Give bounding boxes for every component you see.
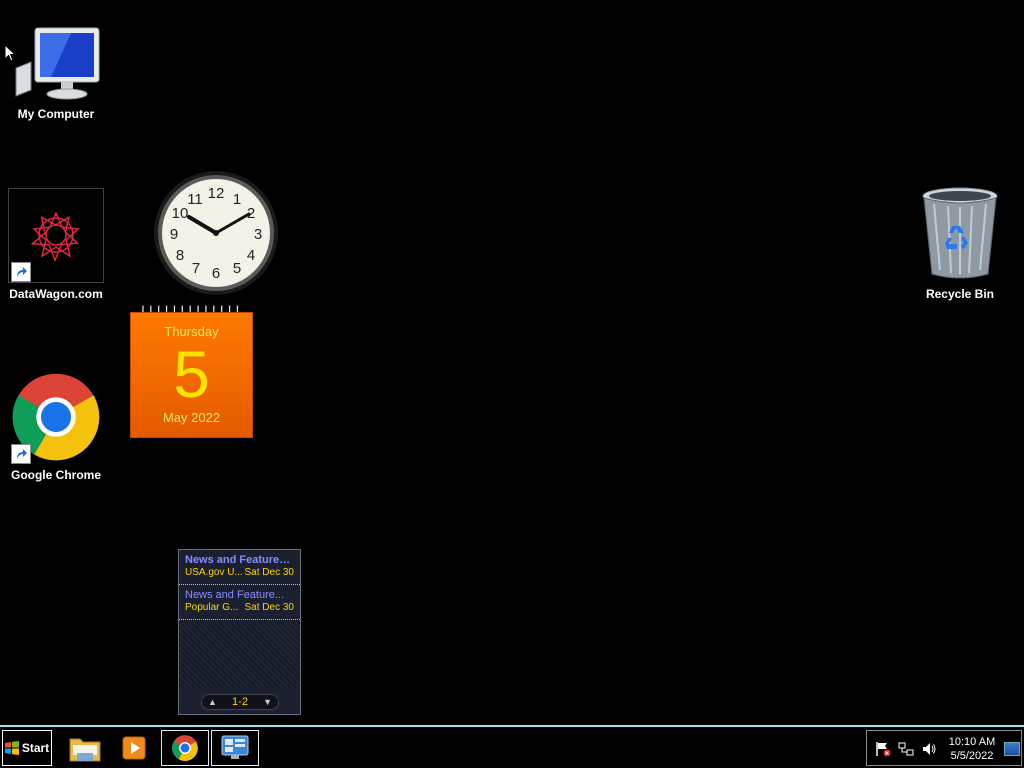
calendar-day-number: 5	[173, 337, 210, 411]
desktop-icon-my-computer[interactable]: My Computer	[6, 24, 106, 121]
clock-gadget[interactable]: 12 1 2 3 4 5 6 7 8 9 10 11	[153, 170, 279, 296]
analog-clock-face: 12 1 2 3 4 5 6 7 8 9 10 11	[154, 171, 278, 295]
feed-headlines-gadget: News and Features f... USA.gov U... Sat …	[178, 549, 301, 715]
svg-text:5: 5	[233, 260, 241, 277]
shortcut-arrow-icon	[11, 262, 31, 282]
feed-empty-area	[179, 622, 300, 688]
taskbar-button-media-player[interactable]	[110, 730, 158, 766]
desktop-icon-label: Google Chrome	[10, 468, 101, 482]
pager-count: 1-2	[232, 696, 248, 708]
gadgets-icon	[221, 735, 249, 759]
folder-icon	[69, 738, 101, 762]
svg-text:9: 9	[170, 226, 178, 243]
taskbar: Start 10:10 AM 5/5/2022	[0, 725, 1024, 768]
svg-text:8: 8	[176, 247, 184, 264]
calendar-gadget[interactable]: Thursday 5 May 2022	[130, 303, 253, 438]
show-desktop-button[interactable]	[1004, 742, 1020, 756]
tray-clock[interactable]: 10:10 AM 5/5/2022	[943, 735, 1001, 763]
pager-up-arrow-icon[interactable]: ▲	[208, 697, 217, 707]
feed-item-title: News and Feature...	[185, 589, 285, 601]
feed-pager: ▲ 1-2 ▼	[201, 694, 279, 710]
svg-text:10: 10	[172, 205, 189, 222]
svg-text:1: 1	[233, 191, 241, 208]
feed-item[interactable]: News and Feature... Popular G... Sat Dec…	[179, 585, 300, 620]
network-icon[interactable]	[898, 741, 914, 757]
volume-icon[interactable]	[921, 741, 937, 757]
feed-list: News and Features f... USA.gov U... Sat …	[179, 550, 300, 620]
windows-logo-icon	[4, 741, 19, 755]
svg-text:4: 4	[247, 247, 255, 264]
feed-item-source: USA.gov U...	[185, 567, 243, 578]
feed-item-title: News and Features f...	[185, 554, 294, 566]
tray-date: 5/5/2022	[950, 750, 994, 762]
start-button[interactable]: Start	[2, 730, 52, 766]
svg-text:6: 6	[212, 265, 220, 282]
calendar-month-year: May 2022	[162, 410, 221, 425]
chrome-icon	[172, 735, 198, 761]
computer-icon	[15, 27, 100, 100]
taskbar-button-gadgets[interactable]	[211, 730, 259, 766]
desktop-icon-label: My Computer	[17, 107, 95, 121]
feed-item-date: Sat Dec 30	[244, 602, 294, 613]
feed-item[interactable]: News and Features f... USA.gov U... Sat …	[179, 550, 300, 585]
svg-text:3: 3	[254, 226, 262, 243]
taskbar-button-google-chrome[interactable]	[161, 730, 209, 766]
svg-text:11: 11	[187, 191, 203, 208]
recycle-bin-icon	[922, 187, 998, 279]
svg-text:12: 12	[208, 185, 225, 202]
desktop-icon-google-chrome[interactable]: Google Chrome	[6, 370, 106, 482]
desktop-icon-recycle-bin[interactable]: Recycle Bin	[910, 186, 1010, 301]
shortcut-arrow-icon	[11, 444, 31, 464]
action-center-flag-icon[interactable]	[875, 741, 891, 757]
calendar-page: Thursday 5 May 2022	[130, 312, 253, 438]
taskbar-button-windows-explorer[interactable]	[61, 730, 109, 766]
start-label: Start	[21, 741, 50, 755]
desktop-icon-label: Recycle Bin	[925, 287, 995, 301]
feed-item-source: Popular G...	[185, 602, 239, 613]
tray-time: 10:10 AM	[948, 736, 996, 748]
media-player-icon	[122, 736, 146, 760]
desktop-icon-label: DataWagon.com	[9, 287, 103, 301]
svg-text:7: 7	[192, 260, 200, 277]
desktop-icon-datawagon[interactable]: DataWagon.com	[6, 188, 106, 301]
feed-item-date: Sat Dec 30	[244, 567, 294, 578]
system-tray: 10:10 AM 5/5/2022	[866, 730, 1022, 766]
pager-down-arrow-icon[interactable]: ▼	[263, 697, 272, 707]
